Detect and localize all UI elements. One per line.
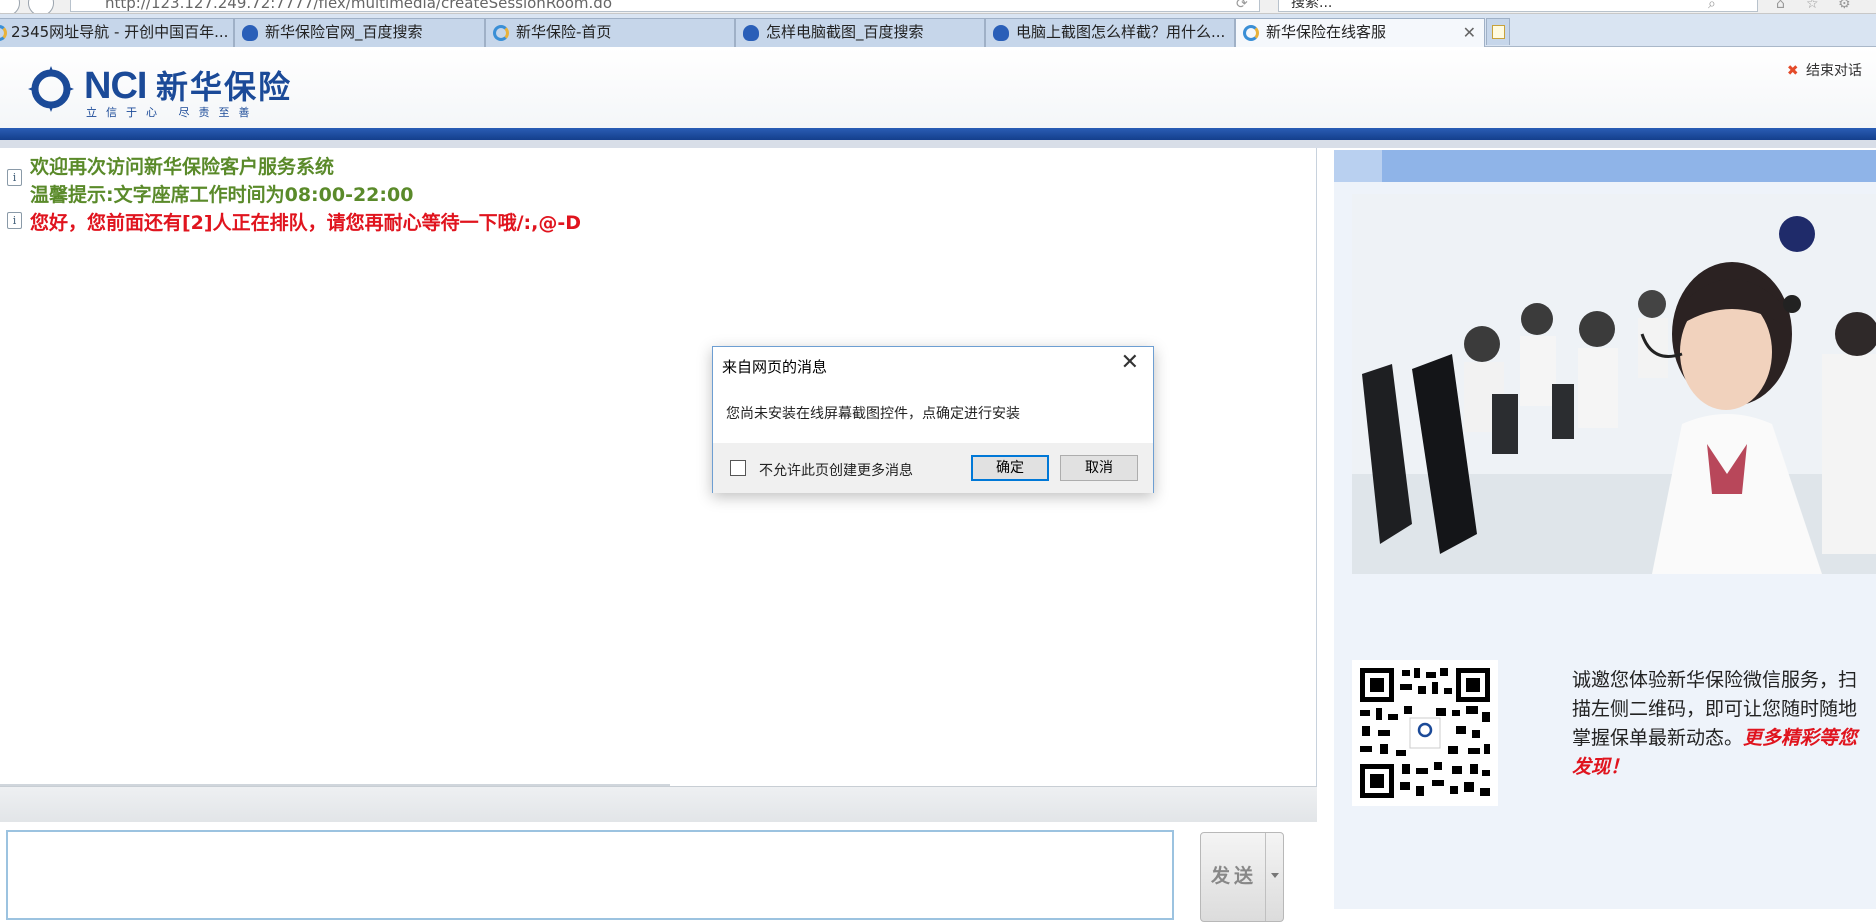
logo-en: NCI — [84, 65, 147, 107]
block-messages-checkbox[interactable] — [730, 460, 746, 476]
end-chat-button[interactable]: ✖ 结束对话 — [1787, 60, 1862, 80]
nci-logo-mark-icon — [28, 66, 74, 112]
wechat-promo-text: 诚邀您体验新华保险微信服务，扫描左侧二维码，即可让您随时随地掌握保单最新动态。更… — [1572, 666, 1872, 782]
qr-code-icon — [1352, 660, 1498, 806]
dialog-footer: 不允许此页创建更多消息 确定 取消 — [713, 443, 1153, 493]
dialog-title: 来自网页的消息 — [722, 358, 828, 376]
cancel-button[interactable]: 取消 — [1060, 455, 1138, 481]
tab-screenshot-baidu-search[interactable]: 怎样电脑截图_百度搜索 — [735, 18, 985, 47]
tab-nci-home[interactable]: 新华保险-首页 — [485, 18, 735, 47]
baidu-paw-icon — [743, 25, 759, 41]
logo-wordmark: NCI 新华保险 — [84, 62, 292, 108]
nci-logo: NCI 新华保险 立信于心 尽责至善 — [28, 62, 318, 119]
agent-image-icon — [1352, 194, 1876, 574]
browser-tab-bar: 2345网址导航 - 开创中国百年... 新华保险官网_百度搜索 新华保险-首页… — [0, 14, 1876, 47]
new-tab-button[interactable] — [1486, 18, 1510, 45]
block-messages-label[interactable]: 不允许此页创建更多消息 — [759, 460, 913, 480]
search-input[interactable]: 搜索... — [1278, 0, 1758, 12]
search-icon[interactable]: ⌕ — [1708, 0, 1726, 12]
header-subbar — [0, 140, 1876, 148]
input-toolbar — [0, 786, 1317, 822]
tab-label: 新华保险官网_百度搜索 — [265, 23, 423, 41]
gear-icon[interactable]: ⚙ — [1838, 0, 1856, 12]
new-tab-icon — [1492, 25, 1505, 39]
logo-slogan: 立信于心 尽责至善 — [86, 106, 259, 119]
baidu-paw-icon — [993, 25, 1009, 41]
ie-icon — [1243, 25, 1259, 41]
queue-message: 您好，您前面还有[2]人正在排队，请您再耐心等待一下哦/:,@-D — [30, 212, 582, 234]
back-button[interactable] — [0, 0, 20, 13]
ie-icon — [493, 25, 509, 41]
tab-nci-baidu-search[interactable]: 新华保险官网_百度搜索 — [234, 18, 485, 47]
tab-nci-online-service[interactable]: 新华保险在线客服 ✕ — [1235, 18, 1485, 47]
customer-service-photo — [1352, 194, 1876, 574]
end-chat-label: 结束对话 — [1806, 63, 1862, 79]
ok-button[interactable]: 确定 — [971, 455, 1049, 481]
tab-2345-nav[interactable]: 2345网址导航 - 开创中国百年... — [0, 18, 234, 47]
send-options-dropdown[interactable] — [1265, 833, 1283, 921]
side-panel: 诚邀您体验新华保险微信服务，扫描左侧二维码，即可让您随时随地掌握保单最新动态。更… — [1334, 150, 1876, 909]
tab-label: 新华保险在线客服 — [1266, 23, 1387, 41]
close-icon: ✖ — [1786, 63, 1799, 79]
header-divider — [0, 128, 1876, 140]
wechat-qr-code — [1352, 660, 1498, 806]
site-header: NCI 新华保险 立信于心 尽责至善 ✖ 结束对话 — [0, 48, 1876, 128]
favorites-star-icon[interactable]: ☆ — [1806, 0, 1824, 12]
chat-input[interactable] — [6, 830, 1174, 920]
welcome-message: 欢迎再次访问新华保险客户服务系统 — [30, 156, 335, 178]
tab-label: 新华保险-首页 — [516, 23, 612, 41]
dialog-message: 您尚未安装在线屏幕截图控件，点确定进行安装 — [726, 406, 1020, 422]
send-label: 发送 — [1211, 865, 1258, 887]
side-panel-header — [1334, 150, 1876, 182]
ie-icon — [0, 25, 7, 41]
info-icon: i — [7, 169, 22, 186]
browser-address-bar: http://123.127.249.72:7777/flex/multimed… — [0, 0, 1876, 14]
tab-close-icon[interactable]: ✕ — [1463, 19, 1476, 46]
tab-label: 电脑上截图怎么样截？用什么... — [1016, 23, 1226, 41]
close-icon[interactable]: ✕ — [1121, 351, 1139, 375]
baidu-paw-icon — [242, 25, 258, 41]
info-icon: i — [7, 212, 22, 229]
home-icon[interactable]: ⌂ — [1776, 0, 1794, 12]
working-hours-message: 温馨提示:文字座席工作时间为08:00-22:00 — [30, 184, 414, 206]
tab-how-to-screenshot[interactable]: 电脑上截图怎么样截？用什么... — [985, 18, 1235, 47]
side-panel-header-tab — [1334, 150, 1382, 182]
address-input[interactable]: http://123.127.249.72:7777/flex/multimed… — [70, 0, 1260, 12]
logo-cn: 新华保险 — [156, 69, 293, 105]
tab-label: 2345网址导航 - 开创中国百年... — [11, 23, 229, 41]
refresh-icon[interactable]: ⟳ — [1236, 0, 1254, 12]
forward-button[interactable] — [28, 0, 54, 13]
webpage-message-dialog: 来自网页的消息 ✕ 您尚未安装在线屏幕截图控件，点确定进行安装 不允许此页创建更… — [712, 346, 1154, 493]
tab-label: 怎样电脑截图_百度搜索 — [766, 23, 924, 41]
